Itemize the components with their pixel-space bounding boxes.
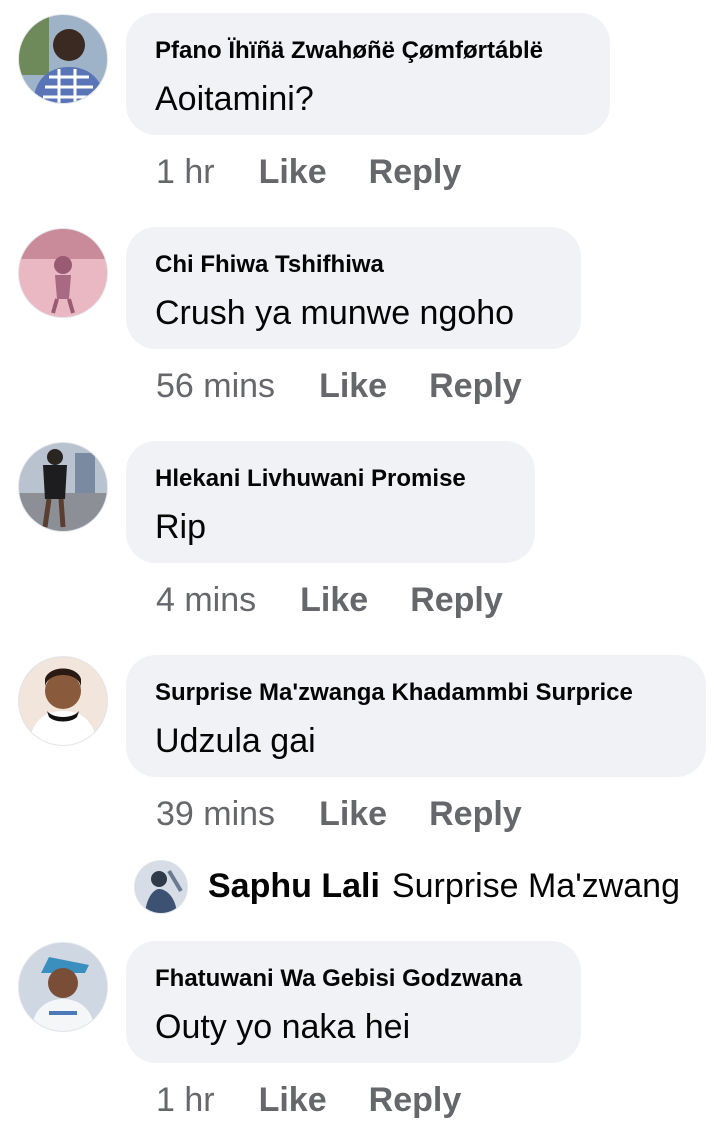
like-button[interactable]: Like	[319, 367, 387, 406]
avatar[interactable]	[18, 942, 108, 1032]
comment-actions: 1 hr Like Reply	[156, 142, 503, 202]
comment-bubble: Hlekani Livhuwani Promise Rip	[126, 441, 535, 563]
comment-text: Rip	[155, 508, 207, 546]
comment-item: Pfano Ïhïñä Zwahøñë Çømførtáblë Aoitamin…	[0, 0, 720, 214]
reply-button[interactable]: Reply	[429, 795, 522, 834]
reply-snippet: Surprise Ma'zwang	[391, 867, 680, 905]
comment-item: Fhatuwani Wa Gebisi Godzwana Outy yo nak…	[0, 928, 720, 1142]
like-button[interactable]: Like	[319, 795, 387, 834]
reply-preview-text: Saphu Lali Surprise Ma'zwang	[208, 866, 680, 906]
comment-item: Hlekani Livhuwani Promise Rip 4 mins Lik…	[0, 428, 720, 642]
comment-text: Crush ya munwe ngoho	[155, 294, 515, 332]
reply-preview[interactable]: Saphu Lali Surprise Ma'zwang	[0, 856, 720, 922]
like-button[interactable]: Like	[259, 1081, 327, 1120]
comment-author[interactable]: Chi Fhiwa Tshifhiwa	[155, 251, 551, 279]
comment-author[interactable]: Fhatuwani Wa Gebisi Godzwana	[155, 965, 551, 993]
avatar[interactable]	[18, 228, 108, 318]
comment-author[interactable]: Pfano Ïhïñä Zwahøñë Çømførtáblë	[155, 37, 580, 65]
comment-timestamp[interactable]: 4 mins	[156, 581, 256, 620]
comment-item: Surprise Ma'zwanga Khadammbi Surprice Ud…	[0, 642, 720, 856]
comment-timestamp[interactable]: 1 hr	[156, 153, 215, 192]
comment-bubble: Surprise Ma'zwanga Khadammbi Surprice Ud…	[126, 655, 706, 777]
reply-button[interactable]: Reply	[429, 367, 522, 406]
comment-actions: 56 mins Like Reply	[156, 356, 564, 416]
avatar[interactable]	[18, 442, 108, 532]
reply-button[interactable]: Reply	[410, 581, 503, 620]
comment-author[interactable]: Surprise Ma'zwanga Khadammbi Surprice	[155, 679, 676, 707]
avatar[interactable]	[18, 14, 108, 104]
comment-item: Chi Fhiwa Tshifhiwa Crush ya munwe ngoho…	[0, 214, 720, 428]
reply-author[interactable]: Saphu Lali	[208, 867, 380, 905]
comment-text: Udzula gai	[155, 722, 316, 760]
avatar[interactable]	[134, 860, 188, 914]
comment-bubble: Chi Fhiwa Tshifhiwa Crush ya munwe ngoho	[126, 227, 581, 349]
reply-button[interactable]: Reply	[369, 1081, 462, 1120]
comment-actions: 1 hr Like Reply	[156, 1070, 503, 1130]
comment-timestamp[interactable]: 56 mins	[156, 367, 275, 406]
comment-text: Aoitamini?	[155, 80, 314, 118]
comment-bubble: Pfano Ïhïñä Zwahøñë Çømførtáblë Aoitamin…	[126, 13, 610, 135]
comment-bubble: Fhatuwani Wa Gebisi Godzwana Outy yo nak…	[126, 941, 581, 1063]
like-button[interactable]: Like	[300, 581, 368, 620]
comment-timestamp[interactable]: 1 hr	[156, 1081, 215, 1120]
comment-author[interactable]: Hlekani Livhuwani Promise	[155, 465, 505, 493]
comment-actions: 39 mins Like Reply	[156, 784, 564, 844]
comment-text: Outy yo naka hei	[155, 1008, 411, 1046]
reply-button[interactable]: Reply	[369, 153, 462, 192]
comment-timestamp[interactable]: 39 mins	[156, 795, 275, 834]
avatar[interactable]	[18, 656, 108, 746]
comment-actions: 4 mins Like Reply	[156, 570, 545, 630]
like-button[interactable]: Like	[259, 153, 327, 192]
